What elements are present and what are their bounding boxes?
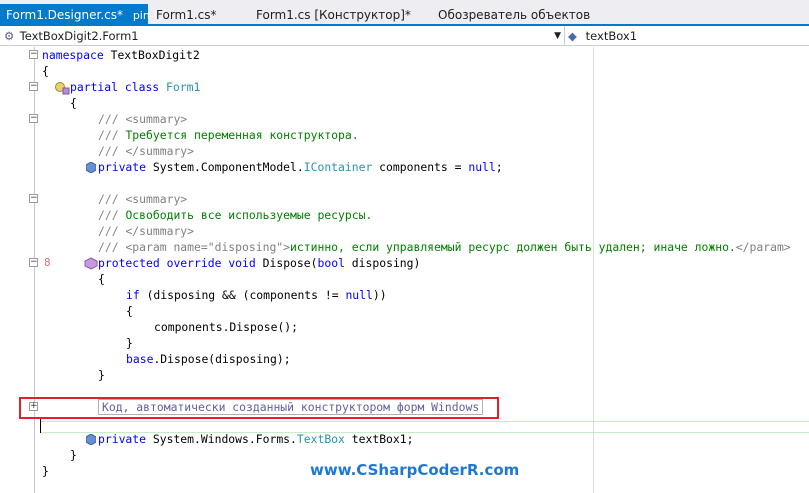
reference-count[interactable]: 8 xyxy=(44,255,51,271)
collapse-toggle-icon[interactable]: − xyxy=(29,258,38,267)
collapse-toggle-icon[interactable]: − xyxy=(29,194,38,203)
class-lightbulb-icon xyxy=(55,82,70,95)
tab-label: Form1.Designer.cs* xyxy=(6,8,123,22)
code-line: − /// <summary> xyxy=(29,192,188,206)
class-icon: ⚙ xyxy=(4,29,15,43)
code-line: − /// <summary> xyxy=(29,112,188,126)
field-icon xyxy=(86,162,96,173)
navigation-bar: ⚙ TextBoxDigit2.Form1 ▼ ◆ textBox1 xyxy=(0,26,809,46)
code-line: − namespace TextBoxDigit2 xyxy=(29,48,200,62)
chevron-down-icon: ▼ xyxy=(554,31,561,41)
highlight-frame xyxy=(19,397,499,419)
tab-form1-designer[interactable]: Form1.Designer.cs* pin-icon ✕ xyxy=(0,4,189,26)
code-line: /// Требуется переменная конструктора. xyxy=(98,128,359,142)
code-line: { xyxy=(126,304,133,318)
code-line: private System.ComponentModel.IContainer… xyxy=(0,159,809,175)
tab-label: Form1.cs* xyxy=(156,8,217,22)
code-line: base.Dispose(disposing); xyxy=(126,352,291,366)
code-editor[interactable]: − namespace TextBoxDigit2 { − partial cl… xyxy=(0,47,809,493)
tab-form1-designer-view[interactable]: Form1.cs [Конструктор]* xyxy=(250,4,426,26)
code-line: − partial class Form1 xyxy=(29,80,201,95)
code-line: private System.Windows.Forms.TextBox tex… xyxy=(0,431,809,447)
tab-label: Form1.cs [Конструктор]* xyxy=(256,8,411,22)
code-line: /// </summary> xyxy=(98,144,195,158)
code-line: if (disposing && (components != null)) xyxy=(126,288,387,302)
field-icon: ◆ xyxy=(568,29,577,43)
code-line: { xyxy=(42,64,49,78)
code-line: /// </summary> xyxy=(98,224,195,238)
code-line: { xyxy=(98,272,105,286)
tab-object-browser[interactable]: Обозреватель объектов xyxy=(432,4,612,26)
document-tab-strip: Form1.Designer.cs* pin-icon ✕ Form1.cs* … xyxy=(0,0,809,26)
class-dropdown-value: TextBoxDigit2.Form1 xyxy=(19,29,139,43)
watermark-text: www.CSharpCoderR.com xyxy=(310,461,520,479)
member-dropdown[interactable]: ◆ textBox1 xyxy=(568,28,808,44)
tab-form1-cs[interactable]: Form1.cs* xyxy=(150,4,246,26)
code-line: components.Dispose(); xyxy=(154,320,299,334)
class-dropdown[interactable]: ⚙ TextBoxDigit2.Form1 ▼ xyxy=(4,28,564,44)
collapse-toggle-icon[interactable]: − xyxy=(29,82,38,91)
field-icon xyxy=(86,434,96,445)
code-line: { xyxy=(70,96,77,110)
code-line: } xyxy=(98,368,105,382)
collapse-toggle-icon[interactable]: − xyxy=(29,114,38,123)
method-icon xyxy=(84,257,98,270)
collapse-toggle-icon[interactable]: − xyxy=(29,50,38,59)
code-line: − 8 protected override void Dispose(bool… xyxy=(29,255,421,271)
nav-divider xyxy=(564,26,565,46)
code-line: } xyxy=(126,336,133,350)
code-line: /// Освободить все используемые ресурсы. xyxy=(98,208,373,222)
member-dropdown-value: textBox1 xyxy=(585,29,638,43)
code-line: /// <param name="disposing">истинно, есл… xyxy=(98,240,791,254)
tab-label: Обозреватель объектов xyxy=(438,8,591,22)
